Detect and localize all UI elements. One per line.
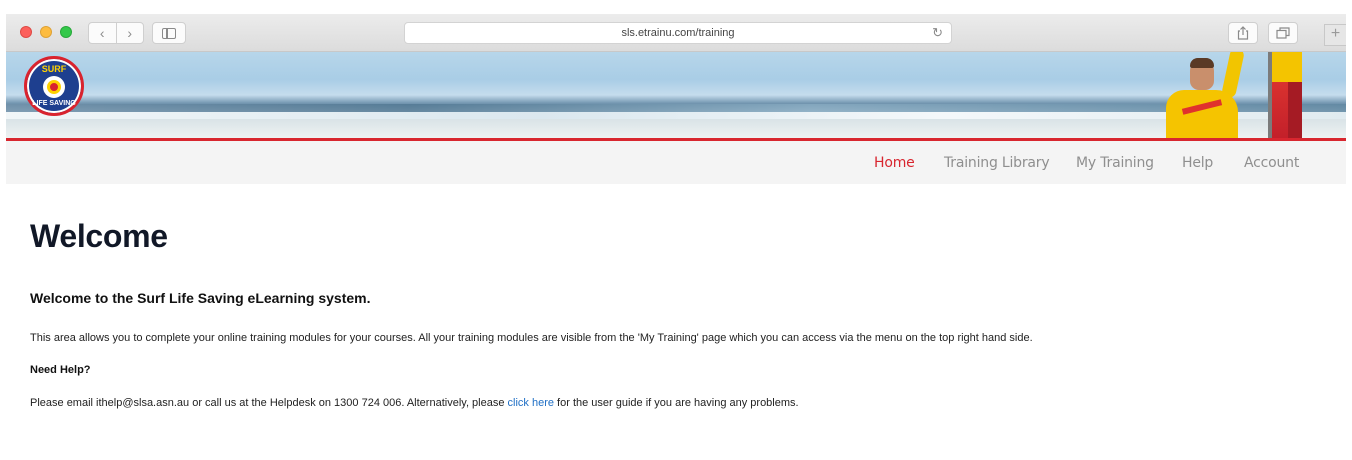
header-banner: SURF LIFE SAVING (6, 52, 1346, 138)
sidebar-icon (162, 27, 176, 39)
tabs-icon (1276, 27, 1290, 39)
nav-account[interactable]: Account (1244, 155, 1299, 171)
intro-paragraph: This area allows you to complete your on… (30, 332, 1033, 344)
help-text-start: Please email ithelp@slsa.asn.au or call … (30, 397, 508, 409)
banner-sand (6, 119, 1346, 138)
nav-home[interactable]: Home (874, 155, 915, 171)
browser-window: ‹ › sls.etrainu.com/training ↻ + SURF LI… (6, 0, 1346, 460)
surf-life-saving-logo[interactable]: SURF LIFE SAVING (24, 56, 84, 116)
new-tab-button[interactable]: + (1324, 24, 1346, 46)
page-title: Welcome (30, 218, 168, 254)
help-paragraph: Please email ithelp@slsa.asn.au or call … (30, 397, 799, 409)
share-icon (1237, 26, 1249, 40)
patrol-flag-yellow (1272, 52, 1302, 82)
address-bar[interactable]: sls.etrainu.com/training ↻ (404, 22, 952, 44)
back-button[interactable]: ‹ (89, 23, 116, 43)
logo-bottom-text: LIFE SAVING (32, 99, 76, 107)
banner-foam (6, 112, 1346, 119)
help-heading: Need Help? (30, 364, 91, 376)
logo-emblem-icon (43, 75, 65, 98)
reload-icon[interactable]: ↻ (932, 25, 943, 41)
url-text: sls.etrainu.com/training (621, 27, 735, 39)
patrol-flag-fold (1288, 82, 1302, 138)
browser-toolbar: ‹ › sls.etrainu.com/training ↻ (6, 14, 1346, 52)
minimize-window-button[interactable] (40, 26, 52, 38)
nav-help[interactable]: Help (1182, 155, 1213, 171)
main-navigation: Home Training Library My Training Help A… (6, 141, 1346, 184)
forward-button[interactable]: › (117, 23, 144, 43)
history-navigation: ‹ › (88, 22, 144, 44)
page-subtitle: Welcome to the Surf Life Saving eLearnin… (30, 290, 371, 306)
user-guide-link[interactable]: click here (508, 397, 554, 409)
zoom-window-button[interactable] (60, 26, 72, 38)
nav-my-training[interactable]: My Training (1076, 155, 1154, 171)
nav-training-library[interactable]: Training Library (944, 155, 1050, 171)
help-text-end: for the user guide if you are having any… (554, 397, 799, 409)
lifeguard-image (1156, 52, 1256, 138)
sidebar-toggle-button[interactable] (152, 22, 186, 44)
close-window-button[interactable] (20, 26, 32, 38)
tab-overview-button[interactable] (1268, 22, 1298, 44)
logo-top-text: SURF (41, 63, 67, 74)
share-button[interactable] (1228, 22, 1258, 44)
